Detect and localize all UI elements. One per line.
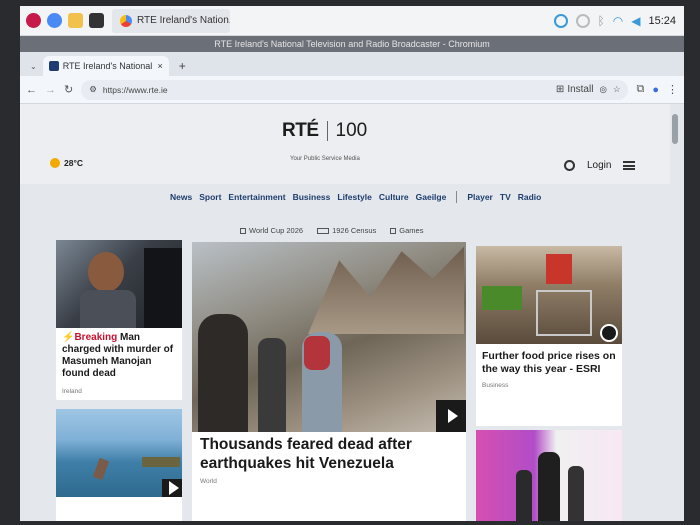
video-play-icon[interactable] <box>436 400 466 432</box>
tab-search-icon[interactable]: ⌄ <box>24 62 43 76</box>
rte-logo[interactable]: RTÉ 100 <box>282 120 367 142</box>
forward-icon[interactable]: → <box>45 84 56 96</box>
nav-culture[interactable]: Culture <box>379 192 409 202</box>
trending-games[interactable]: Games <box>390 226 423 235</box>
url-text: https://www.rte.ie <box>102 84 168 95</box>
eye-off-icon[interactable]: ◎ <box>599 84 606 95</box>
bluetooth-icon[interactable]: ᛒ <box>598 14 605 28</box>
chromium-icon <box>120 14 132 27</box>
nav-news[interactable]: News <box>170 192 192 202</box>
story-section: Ireland <box>62 388 82 395</box>
trending-census-label: 1926 Census <box>332 225 377 235</box>
headphones-icon[interactable] <box>600 324 618 342</box>
address-bar[interactable]: ⚙ https://www.rte.ie ⊞ Install ◎ ☆ <box>81 79 629 100</box>
center-section: World <box>200 478 217 485</box>
video-play-icon[interactable] <box>162 479 182 497</box>
tab-label: RTE Ireland's National <box>62 61 153 71</box>
nav-divider <box>456 191 458 203</box>
scrollbar-thumb[interactable] <box>672 114 678 144</box>
weather-widget[interactable]: 28°C <box>50 158 83 168</box>
census-icon <box>317 227 330 234</box>
story-image-earthquake <box>192 242 466 432</box>
sun-icon <box>50 158 60 168</box>
bookmark-star-icon[interactable]: ☆ <box>613 84 621 95</box>
story-card-left-top[interactable]: ⚡Breaking Man charged with murder of Mas… <box>56 240 182 400</box>
breaking-icon: ⚡ <box>62 332 75 343</box>
profile-icon[interactable]: ● <box>652 84 659 96</box>
story-card-left-bottom[interactable] <box>56 409 182 521</box>
web-page: RTÉ 100 Your Public Service Media 28°C L… <box>20 104 670 521</box>
install-label: Install <box>567 84 594 95</box>
monitor-screen: RTE Ireland's Nation... ᛒ ◠ ◀ 15:24 RTE … <box>20 6 684 521</box>
nav-radio[interactable]: Radio <box>518 192 542 202</box>
site-header: RTÉ 100 Your Public Service Media 28°C L… <box>20 104 670 184</box>
weather-temp: 28°C <box>64 158 83 168</box>
nav-sport[interactable]: Sport <box>199 192 221 202</box>
search-icon[interactable] <box>564 160 575 171</box>
tab-strip: ⌄ RTE Ireland's National × + <box>20 52 684 76</box>
sync-icon[interactable] <box>575 13 590 28</box>
login-link[interactable]: Login <box>587 160 611 171</box>
back-icon[interactable]: ← <box>26 84 37 96</box>
right-top-section: Business <box>482 382 509 389</box>
story-card-center[interactable]: Thousands feared dead after earthquakes … <box>192 242 466 521</box>
center-headline: Thousands feared dead after earthquakes … <box>200 436 412 472</box>
header-actions: Login <box>564 160 636 171</box>
games-icon <box>390 227 397 234</box>
browser-launcher-icon[interactable] <box>47 13 62 28</box>
window-title: RTE Ireland's National Television and Ra… <box>214 39 490 49</box>
trending-links: World Cup 2026 1926 Census Games <box>20 222 670 238</box>
window-title-bar: RTE Ireland's National Television and Ra… <box>20 36 684 52</box>
page-scrollbar[interactable] <box>670 104 684 521</box>
trending-games-label: Games <box>399 225 424 235</box>
taskbar-window-button[interactable]: RTE Ireland's Nation... <box>112 8 230 33</box>
rte-favicon-icon <box>48 61 59 71</box>
browser-menu-icon[interactable]: ⋮ <box>667 83 678 96</box>
browser-toolbar: ← → ↻ ⚙ https://www.rte.ie ⊞ Install ◎ ☆… <box>20 76 684 104</box>
story-image-man <box>56 240 182 328</box>
raspberry-menu-icon[interactable] <box>26 13 41 28</box>
file-manager-icon[interactable] <box>68 13 83 28</box>
install-button[interactable]: ⊞ Install <box>556 84 594 95</box>
right-top-headline: Further food price rises on the way this… <box>482 350 616 375</box>
extensions-icon[interactable]: ⧉ <box>636 83 644 96</box>
update-icon[interactable] <box>553 13 568 28</box>
trending-census[interactable]: 1926 Census <box>317 226 376 235</box>
tagline: Your Public Service Media <box>290 156 360 162</box>
terminal-icon[interactable] <box>89 13 104 28</box>
trending-world-cup[interactable]: World Cup 2026 <box>240 226 303 235</box>
main-nav: News Sport Entertainment Business Lifest… <box>20 186 670 208</box>
story-headline: ⚡Breaking Man charged with murder of Mas… <box>62 332 178 380</box>
breaking-label: Breaking <box>74 332 118 343</box>
story-image-group <box>476 430 622 521</box>
logo-rte: RTÉ <box>282 120 319 141</box>
nav-lifestyle[interactable]: Lifestyle <box>337 192 372 202</box>
nav-player[interactable]: Player <box>467 192 493 202</box>
volume-icon[interactable]: ◀ <box>631 14 640 28</box>
clock: 15:24 <box>648 14 676 27</box>
system-tray: ᛒ ◠ ◀ 15:24 <box>553 13 684 28</box>
site-info-icon[interactable]: ⚙ <box>89 84 97 95</box>
new-tab-icon[interactable]: + <box>169 59 196 76</box>
nav-entertainment[interactable]: Entertainment <box>228 192 285 202</box>
logo-divider <box>326 121 328 141</box>
story-card-right-bottom[interactable] <box>476 430 622 521</box>
close-tab-icon[interactable]: × <box>157 61 162 71</box>
story-card-right-top[interactable]: Further food price rises on the way this… <box>476 246 622 426</box>
install-icon: ⊞ <box>555 84 565 95</box>
world-cup-icon <box>240 227 246 234</box>
hamburger-menu-icon[interactable] <box>623 161 636 170</box>
wifi-icon[interactable]: ◠ <box>613 14 623 28</box>
nav-tv[interactable]: TV <box>500 192 511 202</box>
logo-100: 100 <box>335 120 368 141</box>
trending-world-cup-label: World Cup 2026 <box>249 225 304 235</box>
taskbar-window-label: RTE Ireland's Nation... <box>137 15 230 26</box>
tab-rte[interactable]: RTE Ireland's National × <box>42 56 169 76</box>
nav-business[interactable]: Business <box>293 192 331 202</box>
os-taskbar: RTE Ireland's Nation... ᛒ ◠ ◀ 15:24 <box>20 6 684 36</box>
nav-gaeilge[interactable]: Gaeilge <box>416 192 447 202</box>
reload-icon[interactable]: ↻ <box>64 83 73 96</box>
